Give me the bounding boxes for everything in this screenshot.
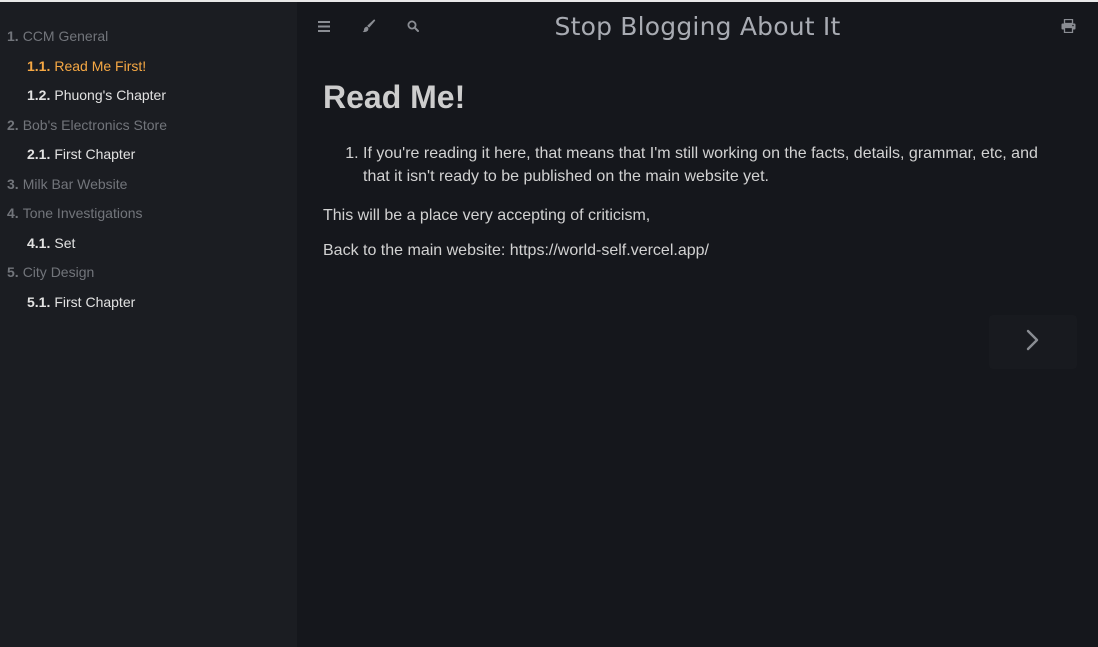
sidebar-item-bobs-electronics-store[interactable]: 2. Bob's Electronics Store — [0, 111, 297, 141]
sidebar-item-label: CCM General — [22, 28, 109, 44]
sidebar-item-label: Read Me First! — [54, 57, 147, 74]
sidebar-item-number: 5. — [7, 264, 19, 280]
sidebar-item-number: 2. — [7, 116, 19, 133]
sidebar-item-label: Set — [54, 234, 76, 251]
sidebar-item-milk-bar-website[interactable]: 3. Milk Bar Website — [0, 170, 297, 200]
sidebar-item-number: 1. — [7, 28, 19, 44]
sidebar-item-label: Phuong's Chapter — [54, 87, 166, 103]
sidebar-item-number: 4. — [7, 205, 19, 221]
print-icon[interactable] — [1058, 16, 1078, 36]
content: Read Me! If you're reading it here, that… — [323, 74, 1063, 262]
sidebar-item-number: 1.2. — [27, 87, 51, 103]
sidebar-item-read-me-first[interactable]: 1.1. Read Me First! — [0, 52, 297, 82]
main-website-link[interactable]: https://world-self.vercel.app/ — [510, 242, 709, 259]
sidebar-item-ccm-general[interactable]: 1. CCM General — [0, 22, 297, 52]
sidebar-item-label: First Chapter — [54, 146, 136, 162]
sidebar-item-label: First Chapter — [54, 293, 136, 310]
sidebar-item-label: Bob's Electronics Store — [22, 116, 167, 133]
sidebar-item-set[interactable]: 4.1. Set — [0, 229, 297, 259]
sidebar-item-tone-investigations[interactable]: 4. Tone Investigations — [0, 199, 297, 229]
next-chapter-button[interactable] — [989, 315, 1077, 369]
sidebar: 1. CCM General 1.1. Read Me First! 1.2. Phu… — [0, 2, 297, 647]
sidebar-item-first-chapter-bobs[interactable]: 2.1. First Chapter — [0, 140, 297, 170]
sidebar-item-number: 4.1. — [27, 234, 51, 251]
paragraph-main-website: Back to the main website: https://world-… — [323, 239, 1063, 262]
sidebar-item-number: 5.1. — [27, 293, 51, 310]
content-list: If you're reading it here, that means th… — [323, 142, 1063, 188]
sidebar-item-city-design[interactable]: 5. City Design — [0, 258, 297, 288]
paragraph-criticism: This will be a place very accepting of c… — [323, 207, 651, 224]
sidebar-item-first-chapter-city[interactable]: 5.1. First Chapter — [0, 288, 297, 318]
sidebar-item-number: 3. — [7, 175, 19, 192]
sidebar-item-label: Milk Bar Website — [22, 175, 128, 192]
sidebar-item-number: 1.1. — [27, 57, 51, 74]
content-heading: Read Me! — [323, 79, 466, 115]
sidebar-item-number: 2.1. — [27, 146, 51, 162]
page-wrapper: Stop Blogging About It Read Me! If you'r… — [297, 2, 1098, 647]
table-of-contents: 1. CCM General 1.1. Read Me First! 1.2. Phu… — [0, 2, 297, 317]
menu-bar: Stop Blogging About It — [297, 2, 1098, 52]
chevron-right-icon — [1026, 329, 1040, 356]
sidebar-item-label: Tone Investigations — [22, 205, 143, 221]
page-title: Stop Blogging About It — [554, 12, 841, 41]
paragraph-prefix: Back to the main website: — [323, 242, 510, 259]
sidebar-item-phuongs-chapter[interactable]: 1.2. Phuong's Chapter — [0, 81, 297, 111]
list-item: If you're reading it here, that means th… — [363, 142, 1063, 188]
sidebar-item-label: City Design — [22, 264, 95, 280]
